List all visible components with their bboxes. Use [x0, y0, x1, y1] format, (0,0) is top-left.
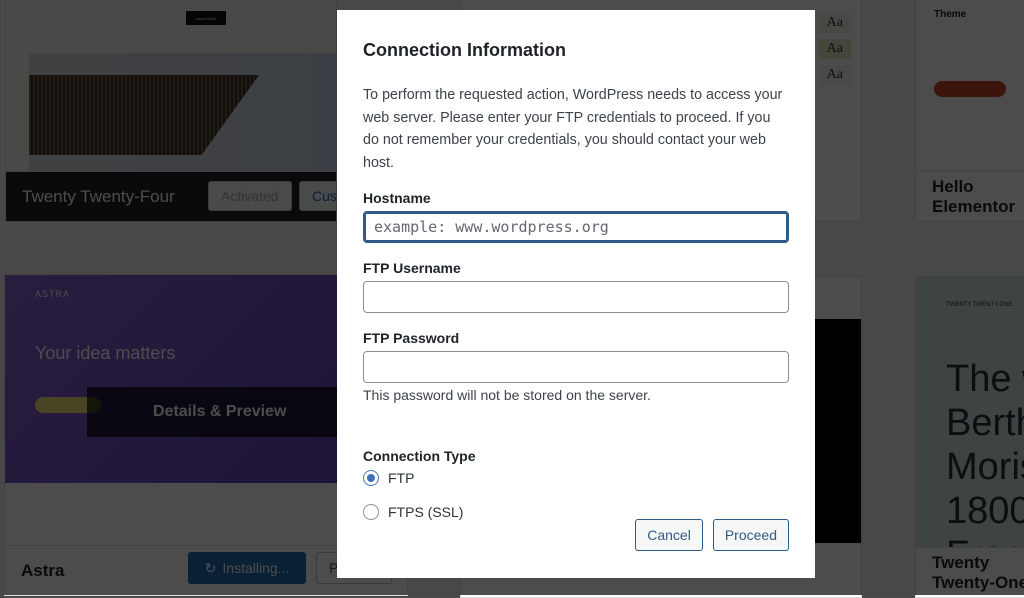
radio-ftps[interactable]: [363, 504, 379, 520]
connection-info-dialog: Connection Information To perform the re…: [337, 10, 815, 578]
dialog-description: To perform the requested action, WordPre…: [363, 87, 783, 171]
ftp-username-label: FTP Username: [363, 260, 461, 276]
hostname-input[interactable]: [363, 211, 789, 243]
ftp-password-label: FTP Password: [363, 330, 460, 346]
hostname-label: Hostname: [363, 190, 431, 206]
dialog-actions: Cancel Proceed: [635, 519, 789, 551]
radio-ftp[interactable]: [363, 470, 379, 486]
connection-type-label: Connection Type: [363, 448, 476, 464]
proceed-button[interactable]: Proceed: [712, 519, 789, 551]
connection-type-group: Connection Type FTP FTPS (SSL): [363, 447, 789, 523]
dialog-title: Connection Information: [363, 40, 566, 60]
radio-ftps-label: FTPS (SSL): [388, 504, 464, 520]
password-hint: This password will not be stored on the …: [363, 387, 651, 403]
ftp-username-input[interactable]: [363, 281, 789, 313]
cancel-button[interactable]: Cancel: [635, 519, 703, 551]
ftp-password-input[interactable]: [363, 351, 789, 383]
radio-option-ftp[interactable]: FTP: [363, 467, 789, 489]
radio-ftp-label: FTP: [388, 470, 415, 486]
